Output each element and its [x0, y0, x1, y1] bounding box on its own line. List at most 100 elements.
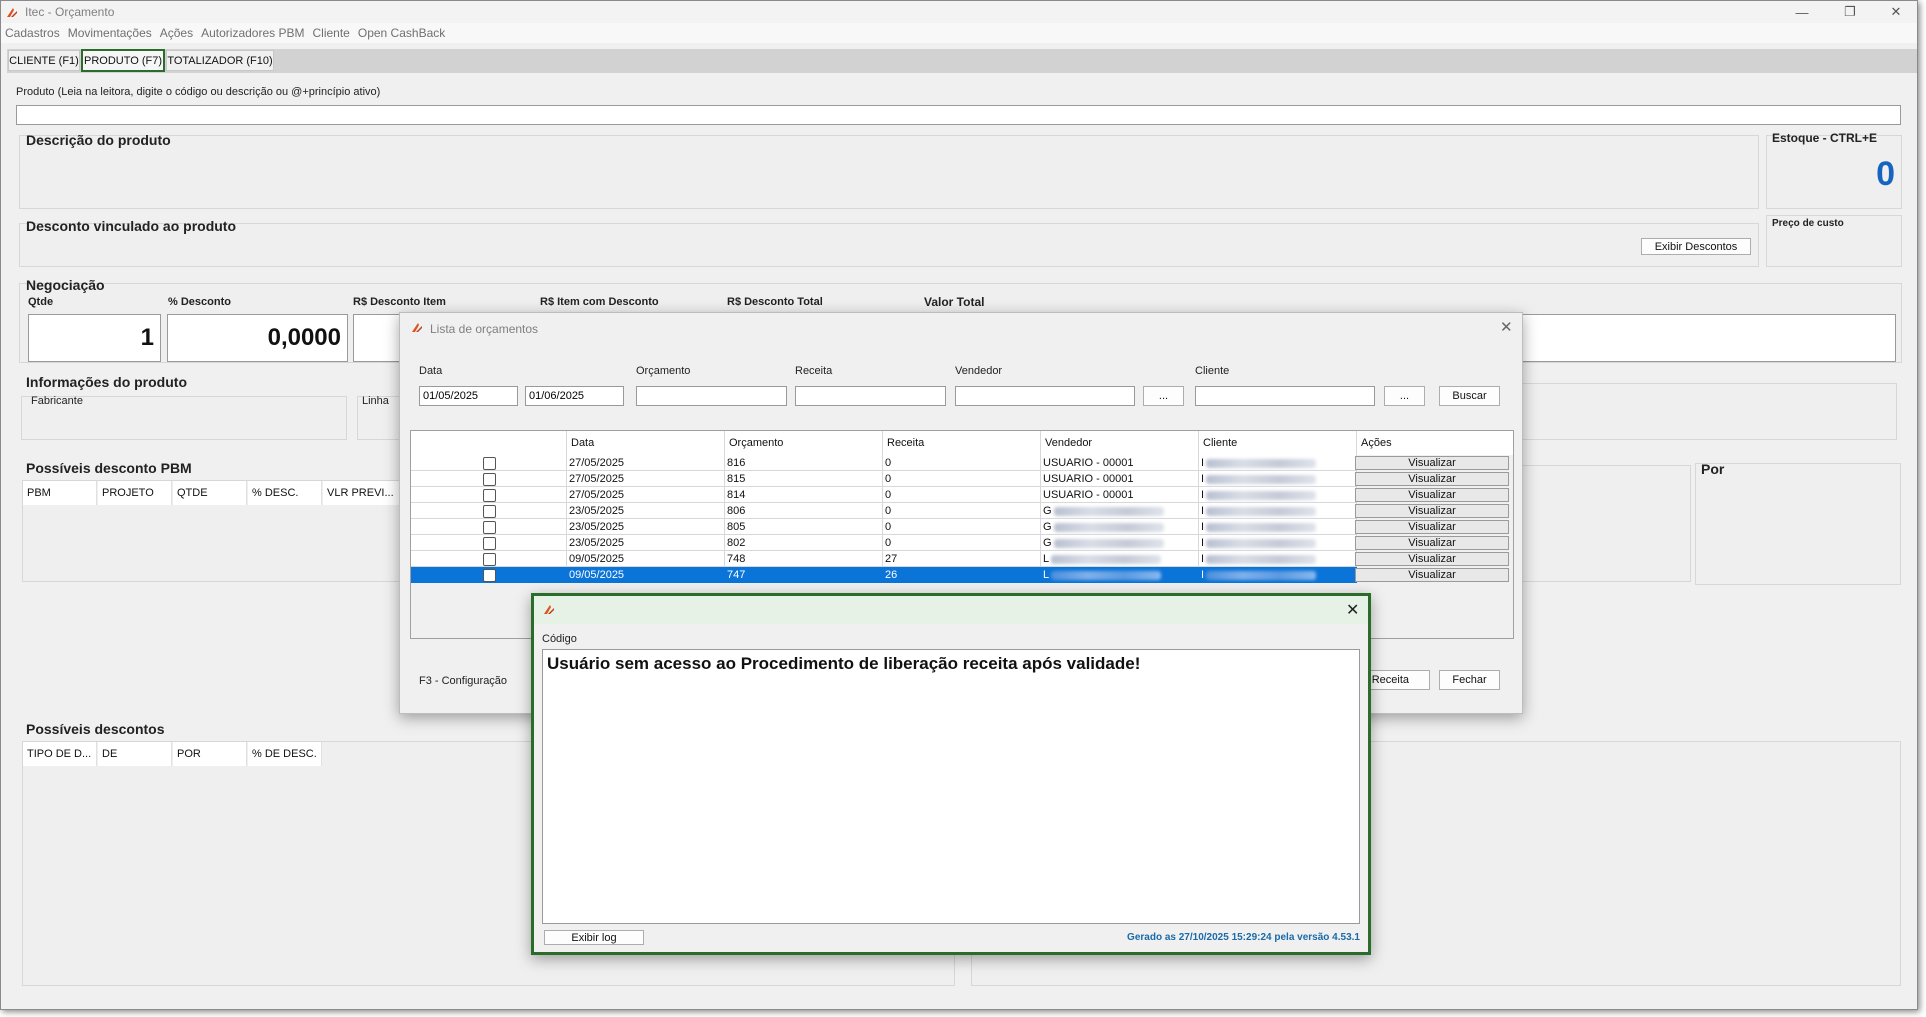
menu-cliente[interactable]: Cliente: [309, 26, 354, 40]
vendedor-input[interactable]: [955, 386, 1135, 406]
exibir-descontos-button[interactable]: Exibir Descontos: [1641, 238, 1751, 255]
visualizar-button[interactable]: Visualizar: [1355, 568, 1509, 582]
table-row[interactable]: 09/05/2025 748 27 L I Visualizar: [411, 551, 1513, 567]
minimize-icon[interactable]: —: [1779, 1, 1825, 23]
table-row[interactable]: 27/05/2025 814 0 USUARIO - 00001 I Visualizar: [411, 487, 1513, 503]
table-row[interactable]: 23/05/2025 806 0 G I Visualizar: [411, 503, 1513, 519]
row-checkbox[interactable]: [483, 457, 496, 470]
row-receita-text: 0: [885, 505, 892, 517]
cliente-input[interactable]: [1195, 386, 1375, 406]
data-fim-input[interactable]: 01/06/2025: [525, 386, 624, 406]
qtde-input[interactable]: 1: [28, 314, 161, 362]
window-title: Itec - Orçamento: [25, 5, 115, 19]
redacted-text: [1206, 458, 1317, 468]
row-checkbox[interactable]: [483, 473, 496, 486]
desc-col-de[interactable]: DE: [98, 742, 172, 766]
row-orcamento-text: 747: [727, 569, 746, 581]
row-checkbox[interactable]: [483, 489, 496, 502]
row-checkbox[interactable]: [483, 521, 496, 534]
close-icon[interactable]: ✕: [1873, 1, 1917, 23]
cliente-search-button[interactable]: ...: [1384, 386, 1425, 406]
desc-col-pct[interactable]: % DE DESC.: [248, 742, 322, 766]
row-cliente-text: I: [1201, 505, 1205, 517]
redacted-text: [1051, 570, 1162, 580]
table-row[interactable]: 09/05/2025 747 26 L I Visualizar: [411, 567, 1513, 583]
desc-col-por[interactable]: POR: [173, 742, 247, 766]
table-row[interactable]: 23/05/2025 802 0 G I Visualizar: [411, 535, 1513, 551]
row-vendedor-text: L: [1043, 553, 1050, 565]
row-checkbox[interactable]: [483, 505, 496, 518]
exibir-log-button[interactable]: Exibir log: [544, 930, 644, 945]
pbm-col-pbm[interactable]: PBM: [23, 481, 97, 505]
row-select-cell[interactable]: [411, 487, 567, 503]
row-select-cell[interactable]: [411, 503, 567, 519]
close-icon[interactable]: ✕: [1500, 318, 1513, 336]
menu-open-cashback[interactable]: Open CashBack: [354, 26, 449, 40]
buscar-button[interactable]: Buscar: [1439, 386, 1500, 406]
row-data-text: 23/05/2025: [569, 537, 625, 549]
por-label: Por: [1701, 461, 1725, 477]
menu-cadastros[interactable]: Cadastros: [1, 26, 64, 40]
row-select-cell[interactable]: [411, 567, 567, 583]
row-cliente-text: I: [1201, 473, 1205, 485]
row-checkbox[interactable]: [483, 537, 496, 550]
orcamento-input[interactable]: [636, 386, 787, 406]
row-data-text: 09/05/2025: [569, 569, 625, 581]
grid-col-vendedor[interactable]: Vendedor: [1041, 431, 1199, 455]
pbm-col-vlr-previ[interactable]: VLR PREVI...: [323, 481, 401, 505]
visualizar-button[interactable]: Visualizar: [1355, 488, 1509, 502]
row-data-text: 27/05/2025: [569, 489, 625, 501]
pbm-col-projeto[interactable]: PROJETO: [98, 481, 172, 505]
visualizar-button[interactable]: Visualizar: [1355, 456, 1509, 470]
row-select-cell[interactable]: [411, 535, 567, 551]
desconto-input[interactable]: 0,0000: [167, 314, 348, 362]
vendedor-search-button[interactable]: ...: [1143, 386, 1184, 406]
row-checkbox[interactable]: [483, 569, 496, 582]
grid-col-cliente[interactable]: Cliente: [1199, 431, 1357, 455]
row-select-cell[interactable]: [411, 551, 567, 567]
visualizar-button[interactable]: Visualizar: [1355, 504, 1509, 518]
visualizar-button[interactable]: Visualizar: [1355, 472, 1509, 486]
tab-totalizador[interactable]: TOTALIZADOR (F10): [166, 50, 274, 71]
row-receita: 0: [883, 519, 1041, 535]
restore-icon[interactable]: ❐: [1827, 1, 1873, 23]
menu-acoes[interactable]: Ações: [156, 26, 197, 40]
visualizar-button[interactable]: Visualizar: [1355, 536, 1509, 550]
row-data-text: 27/05/2025: [569, 473, 625, 485]
row-orcamento: 816: [725, 455, 883, 471]
table-row[interactable]: 27/05/2025 816 0 USUARIO - 00001 I Visualizar: [411, 455, 1513, 471]
grid-col-select[interactable]: [411, 431, 567, 455]
table-row[interactable]: 23/05/2025 805 0 G I Visualizar: [411, 519, 1513, 535]
grid-col-data[interactable]: Data: [567, 431, 725, 455]
row-data: 23/05/2025: [567, 535, 725, 551]
menu-autorizadores-pbm[interactable]: Autorizadores PBM: [197, 26, 308, 40]
grid-col-receita[interactable]: Receita: [883, 431, 1041, 455]
close-icon[interactable]: ✕: [1346, 600, 1359, 620]
row-receita-text: 0: [885, 537, 892, 549]
desconto-vinculado-box: [19, 223, 1759, 267]
grid-col-orcamento[interactable]: Orçamento: [725, 431, 883, 455]
row-select-cell[interactable]: [411, 455, 567, 471]
pbm-col-desc[interactable]: % DESC.: [248, 481, 322, 505]
estoque-title: Estoque - CTRL+E: [1772, 131, 1878, 145]
row-select-cell[interactable]: [411, 519, 567, 535]
row-orcamento: 814: [725, 487, 883, 503]
grid-col-acoes[interactable]: Ações: [1357, 431, 1513, 455]
tab-cliente[interactable]: CLIENTE (F1): [8, 50, 80, 71]
data-inicio-input[interactable]: 01/05/2025: [419, 386, 518, 406]
visualizar-button[interactable]: Visualizar: [1355, 520, 1509, 534]
table-row[interactable]: 27/05/2025 815 0 USUARIO - 00001 I Visualizar: [411, 471, 1513, 487]
visualizar-button[interactable]: Visualizar: [1355, 552, 1509, 566]
main-window: Itec - Orçamento — ❐ ✕ Cadastros Movimen…: [0, 0, 1918, 1010]
tab-produto[interactable]: PRODUTO (F7): [81, 49, 165, 72]
receita-input[interactable]: [795, 386, 946, 406]
menu-movimentacoes[interactable]: Movimentações: [64, 26, 156, 40]
redacted-text: [1206, 554, 1317, 564]
fechar-button[interactable]: Fechar: [1439, 670, 1500, 690]
pbm-col-qtde[interactable]: QTDE: [173, 481, 247, 505]
row-select-cell[interactable]: [411, 471, 567, 487]
row-checkbox[interactable]: [483, 553, 496, 566]
desc-col-tipo[interactable]: TIPO DE D...: [23, 742, 97, 766]
row-vendedor: G: [1041, 503, 1199, 519]
produto-search-input[interactable]: [16, 105, 1901, 125]
